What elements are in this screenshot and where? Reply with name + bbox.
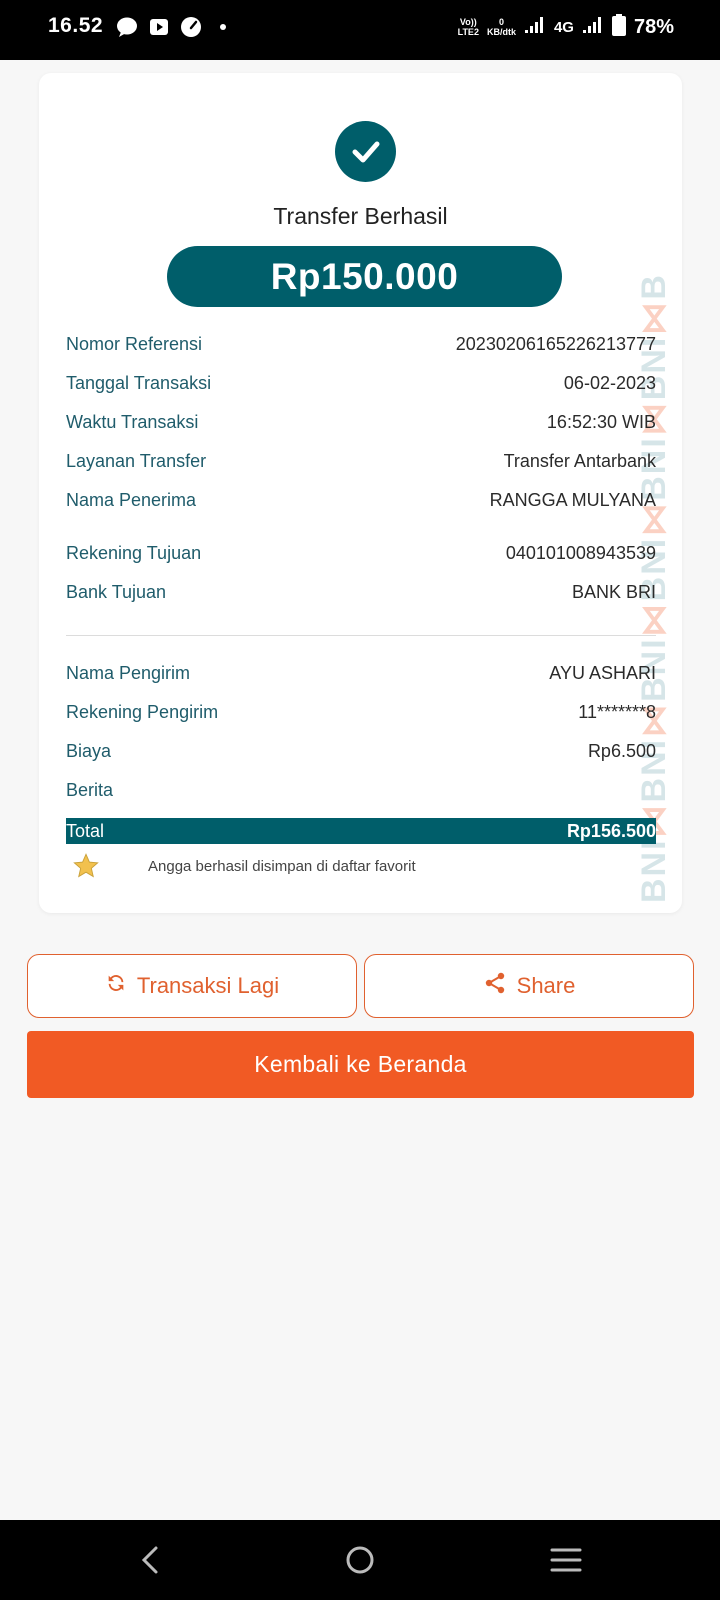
detail-label: Nomor Referensi <box>66 334 203 354</box>
total-value: Rp156.500 <box>566 820 656 841</box>
detail-row-recipient-name: Nama Penerima RANGGA MULYANA <box>66 490 656 511</box>
detail-row-recipient-bank: Bank Tujuan BANK BRI <box>66 582 656 603</box>
star-icon[interactable] <box>72 852 100 880</box>
detail-value: RANGGA MULYANA <box>489 490 656 510</box>
share-label: Share <box>516 973 576 998</box>
speed-unit: KB/dtk <box>486 27 516 37</box>
refresh-icon <box>105 972 127 1000</box>
chat-bubble-icon <box>116 16 138 38</box>
detail-label: Biaya <box>66 741 112 761</box>
speedometer-icon <box>180 16 202 38</box>
battery-percent: 78% <box>633 15 674 38</box>
total-bar: Total Rp156.500 <box>66 818 656 844</box>
detail-row-sender-name: Nama Pengirim AYU ASHARI <box>66 663 656 684</box>
detail-row-time: Waktu Transaksi 16:52:30 WIB <box>66 412 656 433</box>
network-type: 4G <box>553 18 574 36</box>
share-button[interactable]: Share <box>364 954 694 1018</box>
detail-label: Berita <box>66 780 114 800</box>
share-icon <box>483 971 507 1001</box>
detail-value: 16:52:30 WIB <box>546 412 656 432</box>
battery-icon <box>611 14 626 40</box>
detail-row-recipient-account: Rekening Tujuan 040101008943539 <box>66 543 656 564</box>
signal-icon-2 <box>582 16 604 38</box>
detail-value: 11*******8 <box>578 702 656 722</box>
detail-row-reference: Nomor Referensi 20230206165226213777 <box>66 334 656 355</box>
detail-label: Rekening Tujuan <box>66 543 202 563</box>
detail-row-service: Layanan Transfer Transfer Antarbank <box>66 451 656 472</box>
home-circle-icon[interactable] <box>340 1540 380 1580</box>
home-button[interactable]: Kembali ke Beranda <box>27 1031 694 1098</box>
notification-icons <box>116 16 234 38</box>
detail-value: AYU ASHARI <box>549 663 656 683</box>
more-notifications-dot-icon <box>212 16 234 38</box>
detail-value: 20230206165226213777 <box>455 334 656 354</box>
network-speed: 0 KB/dtk <box>487 17 516 37</box>
detail-label: Waktu Transaksi <box>66 412 199 432</box>
signal-icon <box>524 16 546 38</box>
system-nav-bar <box>0 1520 720 1600</box>
transfer-amount: Rp150.000 <box>167 246 562 307</box>
transaksi-lagi-button[interactable]: Transaksi Lagi <box>27 954 357 1018</box>
detail-label: Bank Tujuan <box>66 582 167 602</box>
success-check-icon <box>335 121 396 182</box>
detail-label: Tanggal Transaksi <box>66 373 212 393</box>
detail-value: 06-02-2023 <box>563 373 656 393</box>
detail-label: Layanan Transfer <box>66 451 207 471</box>
speed-value: 0 <box>498 17 504 27</box>
back-icon[interactable] <box>130 1540 170 1580</box>
detail-label: Nama Penerima <box>66 490 197 510</box>
favorite-notice: Angga berhasil disimpan di daftar favori… <box>72 851 652 881</box>
volte-indicator: Vo)) LTE2 <box>458 17 479 37</box>
media-icon <box>148 16 170 38</box>
section-divider <box>66 635 656 636</box>
transaksi-lagi-label: Transaksi Lagi <box>136 973 280 998</box>
favorite-text: Angga berhasil disimpan di daftar favori… <box>148 857 416 875</box>
detail-row-sender-account: Rekening Pengirim 11*******8 <box>66 702 656 723</box>
recents-menu-icon[interactable] <box>546 1540 586 1580</box>
detail-label: Rekening Pengirim <box>66 702 219 722</box>
detail-value: BANK BRI <box>571 582 656 602</box>
status-bar: 16.52 Vo)) LTE2 0 KB/dtk 4G 78% <box>0 0 720 60</box>
detail-value: 040101008943539 <box>505 543 656 563</box>
status-time: 16.52 <box>48 14 104 37</box>
receipt-title: Transfer Berhasil <box>273 203 448 229</box>
detail-row-fee: Biaya Rp6.500 <box>66 741 656 762</box>
volte-line2: LTE2 <box>457 27 479 37</box>
volte-line1: Vo)) <box>459 17 477 27</box>
detail-row-date: Tanggal Transaksi 06-02-2023 <box>66 373 656 394</box>
total-label: Total <box>66 820 105 841</box>
receipt-card: BNI⋈BNI⋈BNI⋈BNI⋈BNI⋈BNI⋈B Transfer Berha… <box>39 73 682 913</box>
detail-value: Rp6.500 <box>587 741 656 761</box>
detail-value: Transfer Antarbank <box>503 451 656 471</box>
system-indicators: Vo)) LTE2 0 KB/dtk 4G 78% <box>458 14 674 40</box>
detail-row-message: Berita <box>66 780 656 801</box>
detail-label: Nama Pengirim <box>66 663 191 683</box>
